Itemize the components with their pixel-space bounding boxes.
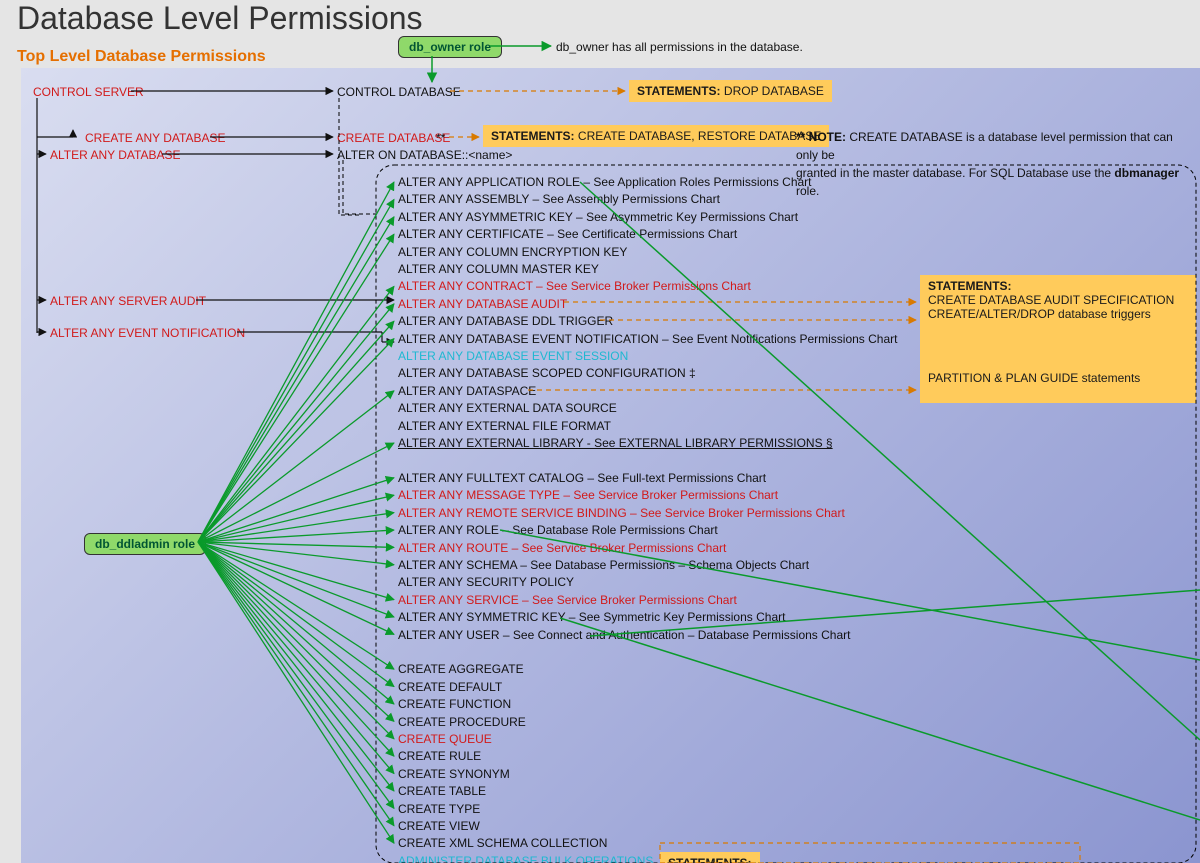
- permission-item: ALTER ANY DATASPACE: [398, 383, 898, 400]
- permission-item: ALTER ANY FULLTEXT CATALOG – See Full-te…: [398, 470, 898, 487]
- page-title: Database Level Permissions: [17, 0, 423, 37]
- permission-item: CREATE DEFAULT: [398, 679, 898, 696]
- permission-item: ALTER ANY SCHEMA – See Database Permissi…: [398, 557, 898, 574]
- permission-item: CREATE TYPE: [398, 801, 898, 818]
- statements-create-database: STATEMENTS: CREATE DATABASE, RESTORE DAT…: [483, 125, 829, 147]
- permission-item: [398, 644, 898, 661]
- db-owner-note: db_owner has all permissions in the data…: [556, 40, 803, 54]
- permission-item: ALTER ANY DATABASE EVENT NOTIFICATION – …: [398, 331, 898, 348]
- statements-right-box: STATEMENTS: CREATE DATABASE AUDIT SPECIF…: [920, 275, 1196, 403]
- perm-alter-any-server-audit: ALTER ANY SERVER AUDIT: [50, 294, 206, 308]
- subtitle: Top Level Database Permissions: [17, 48, 266, 66]
- statements-drop-database: STATEMENTS: DROP DATABASE: [629, 80, 832, 102]
- permission-item: ALTER ANY ASYMMETRIC KEY – See Asymmetri…: [398, 209, 898, 226]
- permission-item: ALTER ANY ASSEMBLY – See Assembly Permis…: [398, 191, 898, 208]
- permission-item: CREATE AGGREGATE: [398, 661, 898, 678]
- permission-item: [398, 453, 898, 470]
- permission-item: ALTER ANY COLUMN ENCRYPTION KEY: [398, 244, 898, 261]
- perm-create-any-database: CREATE ANY DATABASE: [85, 131, 225, 145]
- perm-alter-any-database: ALTER ANY DATABASE: [50, 148, 181, 162]
- permission-item: ALTER ANY ROUTE – See Service Broker Per…: [398, 540, 898, 557]
- permission-item: ALTER ANY DATABASE EVENT SESSION: [398, 348, 898, 365]
- permission-item: ALTER ANY EXTERNAL LIBRARY - See EXTERNA…: [398, 435, 898, 452]
- permission-item: ADMINISTER DATABASE BULK OPERATIONS: [398, 853, 898, 863]
- permission-item: ALTER ANY DATABASE DDL TRIGGER: [398, 313, 898, 330]
- permission-item: ALTER ANY MESSAGE TYPE – See Service Bro…: [398, 487, 898, 504]
- permission-item: ALTER ANY CERTIFICATE – See Certificate …: [398, 226, 898, 243]
- permission-item: CREATE XML SCHEMA COLLECTION: [398, 835, 898, 852]
- perm-control-database: CONTROL DATABASE: [337, 85, 461, 99]
- permissions-list: ALTER ANY APPLICATION ROLE – See Applica…: [398, 174, 898, 863]
- permission-item: ALTER ANY CONTRACT – See Service Broker …: [398, 278, 898, 295]
- permission-item: ALTER ANY APPLICATION ROLE – See Applica…: [398, 174, 898, 191]
- perm-control-server: CONTROL SERVER: [33, 85, 144, 99]
- permission-item: CREATE VIEW: [398, 818, 898, 835]
- permission-item: ALTER ANY SERVICE – See Service Broker P…: [398, 592, 898, 609]
- permission-item: CREATE FUNCTION: [398, 696, 898, 713]
- permission-item: ALTER ANY ROLE – See Database Role Permi…: [398, 522, 898, 539]
- db-owner-role-badge: db_owner role: [398, 36, 502, 58]
- permission-item: ALTER ANY SYMMETRIC KEY – See Symmetric …: [398, 609, 898, 626]
- perm-alter-any-event-notification: ALTER ANY EVENT NOTIFICATION: [50, 326, 245, 340]
- permission-item: CREATE RULE: [398, 748, 898, 765]
- permission-item: ALTER ANY DATABASE SCOPED CONFIGURATION …: [398, 365, 898, 382]
- permission-item: ALTER ANY EXTERNAL DATA SOURCE: [398, 400, 898, 417]
- permission-item: CREATE TABLE: [398, 783, 898, 800]
- permission-item: ALTER ANY USER – See Connect and Authent…: [398, 627, 898, 644]
- perm-create-database-note-marker: **: [436, 131, 445, 145]
- db-ddladmin-role-badge: db_ddladmin role: [84, 533, 206, 555]
- permission-item: ALTER ANY REMOTE SERVICE BINDING – See S…: [398, 505, 898, 522]
- permission-item: ALTER ANY COLUMN MASTER KEY: [398, 261, 898, 278]
- perm-create-database: CREATE DATABASE: [337, 131, 450, 145]
- permission-item: ALTER ANY SECURITY POLICY: [398, 574, 898, 591]
- perm-alter-on-database: ALTER ON DATABASE::<name>: [337, 148, 512, 162]
- permission-item: ALTER ANY EXTERNAL FILE FORMAT: [398, 418, 898, 435]
- permission-item: CREATE QUEUE: [398, 731, 898, 748]
- permission-item: ALTER ANY DATABASE AUDIT: [398, 296, 898, 313]
- permission-item: CREATE PROCEDURE: [398, 714, 898, 731]
- permission-item: CREATE SYNONYM: [398, 766, 898, 783]
